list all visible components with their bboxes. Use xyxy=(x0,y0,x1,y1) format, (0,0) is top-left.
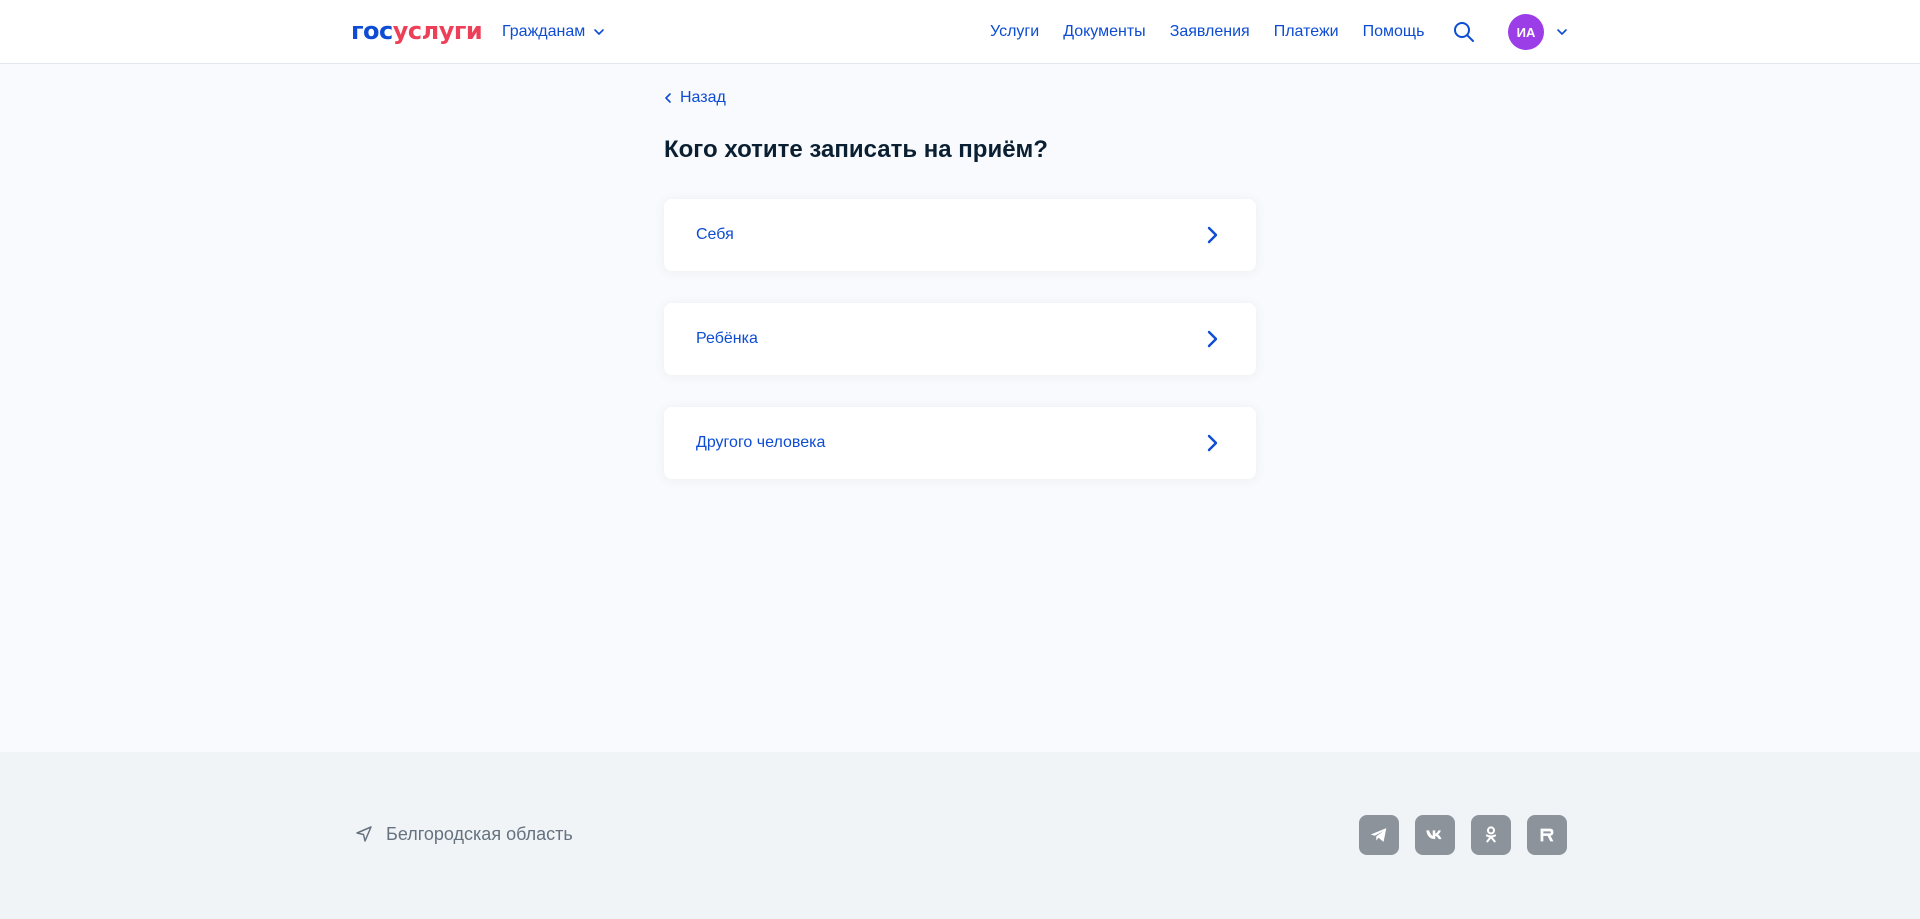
back-label: Назад xyxy=(680,89,726,106)
audience-dropdown[interactable]: Гражданам xyxy=(502,20,605,44)
nav-documents[interactable]: Документы xyxy=(1063,20,1145,44)
rutube-icon xyxy=(1540,828,1554,842)
chevron-left-icon xyxy=(665,93,671,103)
location-arrow-icon xyxy=(356,826,372,842)
chevron-down-icon xyxy=(594,29,605,35)
logo-part-gos: гос xyxy=(351,17,393,45)
user-avatar[interactable]: ИА xyxy=(1508,14,1544,50)
nav-services[interactable]: Услуги xyxy=(990,20,1039,44)
option-label: Себя xyxy=(696,226,734,243)
main-nav: Услуги Документы Заявления Платежи Помощ… xyxy=(990,20,1448,44)
social-links xyxy=(1359,815,1567,855)
logo-part-uslugi: услуги xyxy=(392,17,483,45)
telegram-link[interactable] xyxy=(1359,815,1399,855)
option-label: Ребёнка xyxy=(696,330,758,347)
option-self[interactable]: Себя xyxy=(664,199,1256,271)
nav-payments[interactable]: Платежи xyxy=(1274,20,1339,44)
page-title: Кого хотите записать на приём? xyxy=(664,136,1048,163)
chevron-right-icon xyxy=(1207,330,1218,348)
option-other-person[interactable]: Другого человека xyxy=(664,407,1256,479)
top-header: госуслуги Гражданам Услуги Документы Зая… xyxy=(0,0,1920,64)
telegram-icon xyxy=(1370,828,1387,842)
chevron-right-icon xyxy=(1207,434,1218,452)
chevron-right-icon xyxy=(1207,226,1218,244)
vk-link[interactable] xyxy=(1415,815,1455,855)
option-label: Другого человека xyxy=(696,434,826,451)
back-link[interactable]: Назад xyxy=(664,86,726,110)
nav-help[interactable]: Помощь xyxy=(1363,20,1425,44)
option-child[interactable]: Ребёнка xyxy=(664,303,1256,375)
page-footer: Белгородская область xyxy=(0,752,1920,919)
vk-icon xyxy=(1426,830,1442,840)
audience-label: Гражданам xyxy=(502,23,586,40)
rutube-link[interactable] xyxy=(1527,815,1567,855)
search-icon[interactable] xyxy=(1452,20,1476,44)
nav-applications[interactable]: Заявления xyxy=(1170,20,1250,44)
region-selector[interactable]: Белгородская область xyxy=(354,822,573,846)
ok-link[interactable] xyxy=(1471,815,1511,855)
region-label: Белгородская область xyxy=(386,823,573,844)
gosuslugi-logo[interactable]: госуслуги xyxy=(351,14,483,48)
chevron-down-icon[interactable] xyxy=(1556,26,1568,38)
ok-icon xyxy=(1485,826,1497,843)
